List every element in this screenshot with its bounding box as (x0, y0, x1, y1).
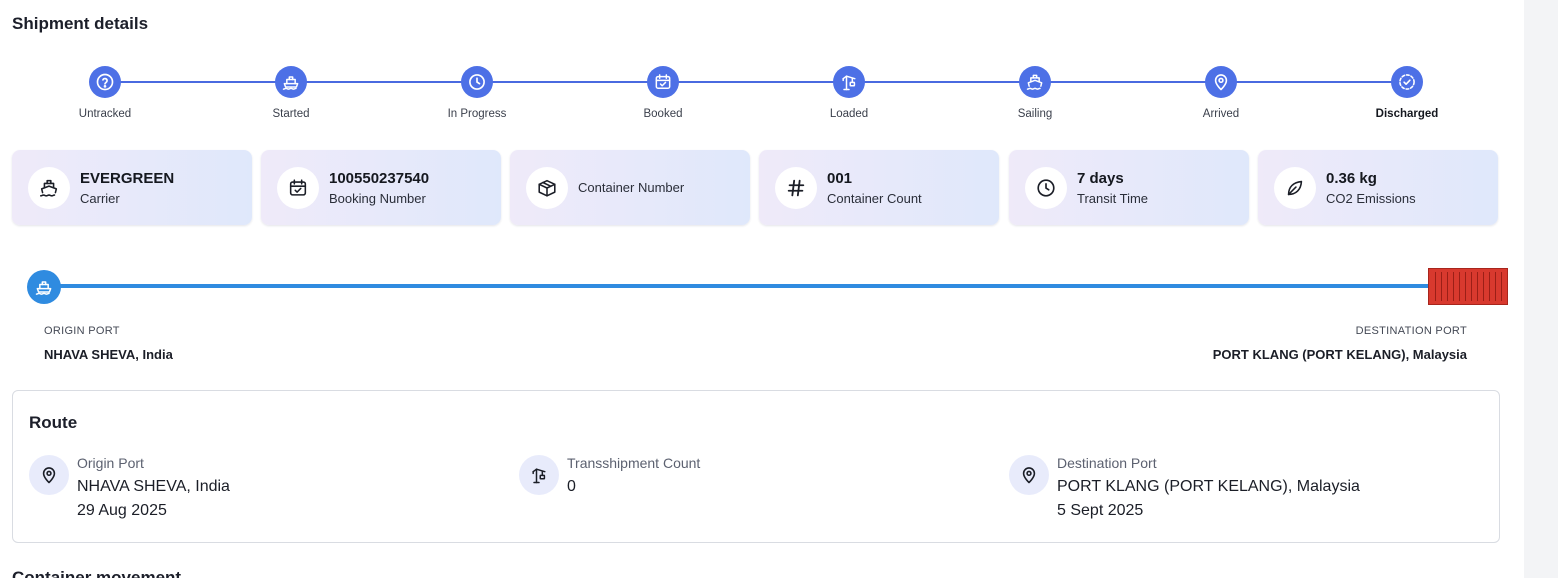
route-destination-value: PORT KLANG (PORT KELANG), Malaysia (1057, 478, 1360, 495)
step-label: Untracked (78, 108, 132, 120)
step-arrived: Arrived (1161, 64, 1281, 120)
route-transshipment: Transshipment Count 0 (519, 455, 700, 496)
container-number-card: Container Number (510, 150, 750, 225)
crane-icon (519, 455, 559, 495)
ship-icon (28, 166, 70, 209)
ship-sailing-icon (1019, 66, 1051, 98)
step-label: Sailing (1017, 108, 1053, 120)
scrollbar-track[interactable] (1524, 0, 1558, 578)
step-label: Arrived (1202, 108, 1240, 120)
transit-time-card: 7 days Transit Time (1009, 150, 1249, 225)
carrier-label: Carrier (80, 190, 120, 206)
route-origin-value: NHAVA SHEVA, India (77, 478, 230, 495)
booking-card: 100550237540 Booking Number (261, 150, 501, 225)
hash-icon (775, 166, 817, 209)
leaf-icon (1274, 166, 1316, 209)
clock-icon (1025, 166, 1067, 209)
transshipment-count-label: Transshipment Count (567, 455, 701, 471)
step-label: In Progress (447, 108, 507, 120)
step-in-progress: In Progress (417, 64, 537, 120)
container-count-value: 001 (827, 169, 853, 187)
route-destination-date: 5 Sept 2025 (1057, 502, 1144, 519)
booking-number-label: Booking Number (329, 190, 426, 206)
route-destination-label: Destination Port (1057, 455, 1157, 471)
transit-time-value: 7 days (1077, 169, 1124, 187)
co2-emissions-card: 0.36 kg CO2 Emissions (1258, 150, 1498, 225)
step-label: Loaded (829, 108, 869, 120)
origin-port-name: NHAVA SHEVA, India (44, 347, 173, 362)
route-origin-label: Origin Port (77, 455, 144, 471)
map-pin-icon (29, 455, 69, 495)
clock-icon (461, 66, 493, 98)
carrier-value: EVERGREEN (80, 169, 175, 187)
co2-emissions-value: 0.36 kg (1326, 169, 1377, 187)
page-title: Shipment details (12, 14, 149, 33)
transit-time-label: Transit Time (1077, 190, 1149, 206)
ship-icon (275, 66, 307, 98)
shipment-details-page: Shipment details Untracked Started In Pr… (0, 0, 1524, 578)
map-pin-icon (1009, 455, 1049, 495)
step-label: Booked (643, 108, 683, 120)
co2-emissions-label: CO2 Emissions (1326, 190, 1416, 206)
voyage-progress-track (44, 284, 1444, 288)
transshipment-count-value: 0 (567, 478, 576, 495)
dashed-check-circle-icon (1391, 66, 1423, 98)
route-panel: Route Origin Port NHAVA SHEVA, India 29 … (12, 390, 1500, 543)
crane-icon (833, 66, 865, 98)
route-origin: Origin Port NHAVA SHEVA, India 29 Aug 20… (29, 455, 230, 520)
origin-port-kicker: ORIGIN PORT (44, 325, 120, 337)
calendar-check-icon (277, 166, 319, 209)
step-sailing: Sailing (975, 64, 1095, 120)
container-count-label: Container Count (827, 190, 922, 206)
step-started: Started (231, 64, 351, 120)
step-loaded: Loaded (789, 64, 909, 120)
step-untracked: Untracked (45, 64, 165, 120)
box-icon (526, 166, 568, 209)
route-destination: Destination Port PORT KLANG (PORT KELANG… (1009, 455, 1360, 520)
destination-port-kicker: DESTINATION PORT (1355, 325, 1467, 337)
shipping-container-icon (1428, 268, 1508, 305)
map-pin-icon (1205, 66, 1237, 98)
carrier-card: EVERGREEN Carrier (12, 150, 252, 225)
help-circle-icon (89, 66, 121, 98)
ship-marker-icon (27, 270, 61, 304)
route-origin-date: 29 Aug 2025 (77, 502, 167, 519)
container-movement-heading: Container movement (12, 568, 182, 578)
step-booked: Booked (603, 64, 723, 120)
container-number-label: Container Number (578, 180, 685, 195)
booking-number-value: 100550237540 (329, 169, 430, 187)
container-count-card: 001 Container Count (759, 150, 999, 225)
step-label: Discharged (1375, 108, 1439, 120)
route-title: Route (29, 413, 78, 432)
status-stepper: Untracked Started In Progress Booked Loa (0, 64, 1524, 134)
step-label: Started (272, 108, 310, 120)
calendar-check-icon (647, 66, 679, 98)
step-discharged: Discharged (1347, 64, 1467, 120)
destination-port-name: PORT KLANG (PORT KELANG), Malaysia (1212, 347, 1467, 362)
